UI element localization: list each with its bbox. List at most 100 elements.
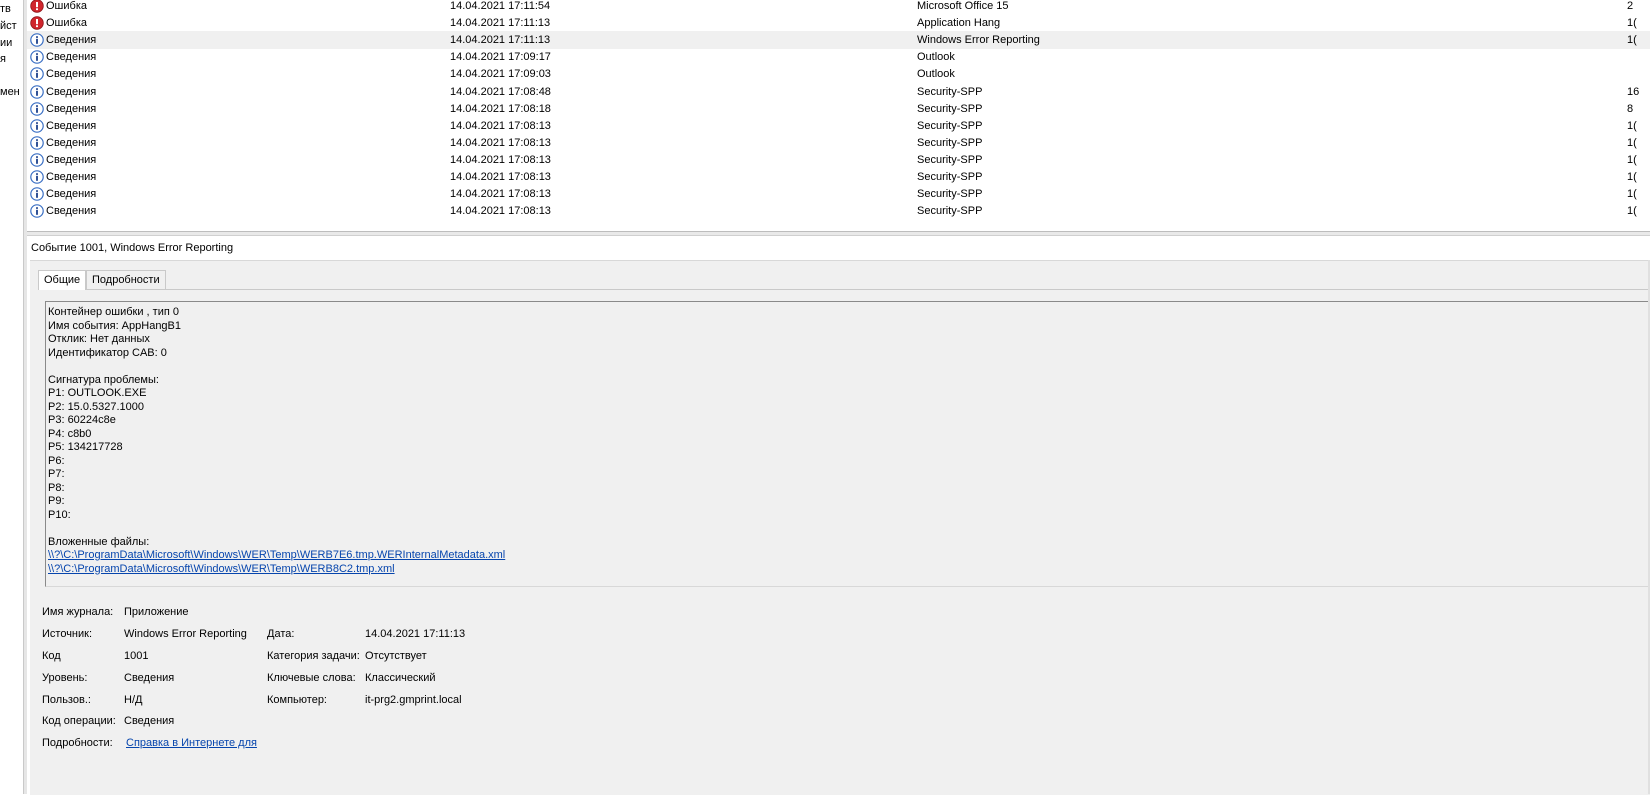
info-icon xyxy=(30,102,44,116)
opcode-label: Код операции: xyxy=(42,715,116,727)
event-level: Сведения xyxy=(46,137,97,149)
event-row[interactable]: Сведения 14.04.2021 17:11:13 Windows Error… xyxy=(27,31,1650,49)
event-id: 2 xyxy=(1627,0,1634,12)
event-row[interactable]: Сведения 14.04.2021 17:08:13 Security-SPP 1… xyxy=(27,185,1650,203)
event-level: Ошибка xyxy=(46,0,87,12)
event-level: Сведения xyxy=(46,120,97,132)
event-row[interactable]: Сведения 14.04.2021 17:08:13 Security-SPP 1… xyxy=(27,151,1650,169)
tab-details[interactable]: Подробности xyxy=(86,270,166,289)
log-name-label: Имя журнала: xyxy=(42,606,114,618)
event-date: 14.04.2021 17:11:13 xyxy=(450,17,551,29)
event-id-value[interactable]: 1001 xyxy=(124,649,148,663)
info-icon xyxy=(30,119,44,133)
event-row[interactable]: Ошибка 14.04.2021 17:11:13 Application Han… xyxy=(27,14,1650,32)
opcode-value[interactable]: Сведения xyxy=(124,714,174,728)
event-id: 8 xyxy=(1627,103,1634,115)
computer-label: Компьютер: xyxy=(267,694,327,706)
nav-tree-item[interactable]: йст xyxy=(0,17,17,35)
event-id: 1( xyxy=(1627,120,1637,132)
event-source: Windows Error Reporting xyxy=(917,34,1040,46)
event-level: Сведения xyxy=(46,205,97,217)
source-label: Источник: xyxy=(42,628,93,640)
event-level: Ошибка xyxy=(46,17,87,29)
keywords-value[interactable]: Классический xyxy=(365,671,436,685)
event-date: 14.04.2021 17:08:18 xyxy=(450,103,551,115)
description-line: Вложенные файлы: xyxy=(48,535,150,548)
computer-value[interactable]: it-prg2.gmprint.local xyxy=(365,693,462,707)
event-level: Сведения xyxy=(46,86,97,98)
task-category-value[interactable]: Отсутствует xyxy=(365,649,427,663)
attachment-link[interactable]: \\?\C:\ProgramData\Microsoft\Windows\WER… xyxy=(48,563,395,576)
event-row[interactable]: Сведения 14.04.2021 17:09:03 Outlook xyxy=(27,65,1650,83)
description-line: P5: 134217728 xyxy=(48,441,123,453)
event-source: Security-SPP xyxy=(917,154,983,166)
event-source: Security-SPP xyxy=(917,205,983,217)
info-icon xyxy=(30,187,44,201)
event-row[interactable]: Сведения 14.04.2021 17:09:17 Outlook xyxy=(27,48,1650,66)
detail-title: Событие 1001, Windows Error Reporting xyxy=(31,242,234,254)
description-line: Контейнер ошибки , тип 0 xyxy=(48,306,179,318)
description-line: P10: xyxy=(48,508,71,521)
event-list: Ошибка 14.04.2021 17:11:54 Microsoft Offic… xyxy=(27,0,1650,231)
event-id: 1( xyxy=(1627,171,1637,183)
info-icon xyxy=(30,85,44,99)
event-description-box[interactable]: Контейнер ошибки , тип 0 Имя события: App… xyxy=(45,301,1650,587)
description-line: P7: xyxy=(48,468,65,480)
event-row[interactable]: Ошибка 14.04.2021 17:11:54 Microsoft Offic… xyxy=(27,0,1650,15)
description-line: P6: xyxy=(48,454,65,467)
event-source: Security-SPP xyxy=(917,120,983,132)
description-line: Идентификатор CAB: 0 xyxy=(48,346,167,359)
tab-general[interactable]: Общие xyxy=(38,270,87,290)
event-row[interactable]: Сведения 14.04.2021 17:08:13 Security-SPP 1… xyxy=(27,202,1650,220)
attachment-link[interactable]: \\?\C:\ProgramData\Microsoft\Windows\WER… xyxy=(48,549,505,562)
event-id: 16 xyxy=(1627,86,1640,98)
level-label: Уровень: xyxy=(42,672,88,684)
detail-body: Общие Подробности Контейнер ошибки , тип… xyxy=(30,260,1650,795)
nav-tree-item[interactable]: мен xyxy=(0,83,20,101)
info-icon xyxy=(30,67,44,81)
event-source: Outlook xyxy=(917,51,955,63)
event-level: Сведения xyxy=(46,34,97,46)
event-row[interactable]: Сведения 14.04.2021 17:08:13 Security-SPP 1… xyxy=(27,117,1650,135)
event-id: 1( xyxy=(1627,188,1637,200)
event-row[interactable]: Сведения 14.04.2021 17:08:13 Security-SPP 1… xyxy=(27,168,1650,186)
event-id: 1( xyxy=(1627,154,1637,166)
event-row[interactable]: Сведения 14.04.2021 17:08:18 Security-SPP 8 xyxy=(27,100,1650,118)
date-value[interactable]: 14.04.2021 17:11:13 xyxy=(365,627,465,641)
user-value[interactable]: Н/Д xyxy=(124,693,142,707)
event-row[interactable]: Сведения 14.04.2021 17:08:48 Security-SPP 1… xyxy=(27,83,1650,101)
event-date: 14.04.2021 17:08:13 xyxy=(450,188,551,200)
online-help-link[interactable]: Справка в Интернете для xyxy=(126,736,257,750)
event-id xyxy=(1627,65,1650,83)
info-icon xyxy=(30,204,44,218)
event-date: 14.04.2021 17:08:13 xyxy=(450,171,551,183)
event-source: Outlook xyxy=(917,68,955,80)
log-name-value[interactable]: Приложение xyxy=(124,605,189,619)
info-icon xyxy=(30,136,44,150)
nav-tree-item[interactable]: тв xyxy=(0,0,11,18)
nav-tree-item[interactable]: я xyxy=(0,50,6,68)
event-date: 14.04.2021 17:08:13 xyxy=(450,120,551,132)
event-date: 14.04.2021 17:09:03 xyxy=(450,68,551,80)
source-value[interactable]: Windows Error Reporting xyxy=(124,627,247,641)
event-level: Сведения xyxy=(46,103,97,115)
error-icon xyxy=(30,0,44,13)
event-source: Microsoft Office 15 xyxy=(917,0,1009,12)
description-line: Сигнатура проблемы: xyxy=(48,373,159,386)
event-level: Сведения xyxy=(46,171,97,183)
description-line: Имя события: AppHangB1 xyxy=(48,319,182,332)
info-icon xyxy=(30,33,44,47)
event-date: 14.04.2021 17:08:13 xyxy=(450,205,551,217)
event-date: 14.04.2021 17:08:13 xyxy=(450,154,551,166)
info-icon xyxy=(30,50,44,64)
event-level: Сведения xyxy=(46,154,97,166)
description-line: P9: xyxy=(48,495,65,507)
event-level: Сведения xyxy=(46,188,97,200)
keywords-label: Ключевые слова: xyxy=(267,672,356,684)
event-level: Сведения xyxy=(46,68,97,80)
event-id: 1( xyxy=(1627,205,1637,217)
event-date: 14.04.2021 17:11:13 xyxy=(450,34,551,46)
level-value[interactable]: Сведения xyxy=(124,671,174,685)
event-row[interactable]: Сведения 14.04.2021 17:08:13 Security-SPP 1… xyxy=(27,134,1650,152)
event-date: 14.04.2021 17:08:48 xyxy=(450,86,551,98)
